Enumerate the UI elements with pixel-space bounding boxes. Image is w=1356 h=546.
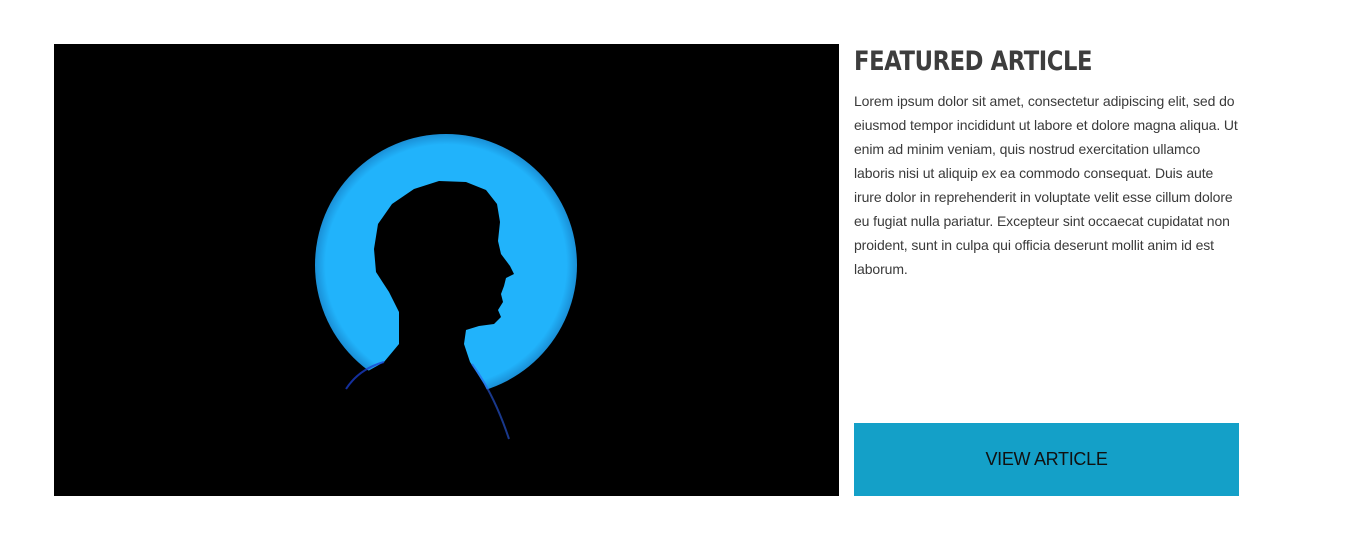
- article-title: FEATURED ARTICLE: [854, 46, 1093, 77]
- featured-article-card: FEATURED ARTICLE Lorem ipsum dolor sit a…: [54, 44, 1239, 496]
- view-article-button[interactable]: VIEW ARTICLE: [854, 423, 1239, 496]
- article-excerpt: Lorem ipsum dolor sit amet, consectetur …: [854, 93, 1238, 277]
- silhouette-illustration: [54, 44, 839, 496]
- featured-image: [54, 44, 839, 496]
- article-content: FEATURED ARTICLE Lorem ipsum dolor sit a…: [854, 44, 1239, 496]
